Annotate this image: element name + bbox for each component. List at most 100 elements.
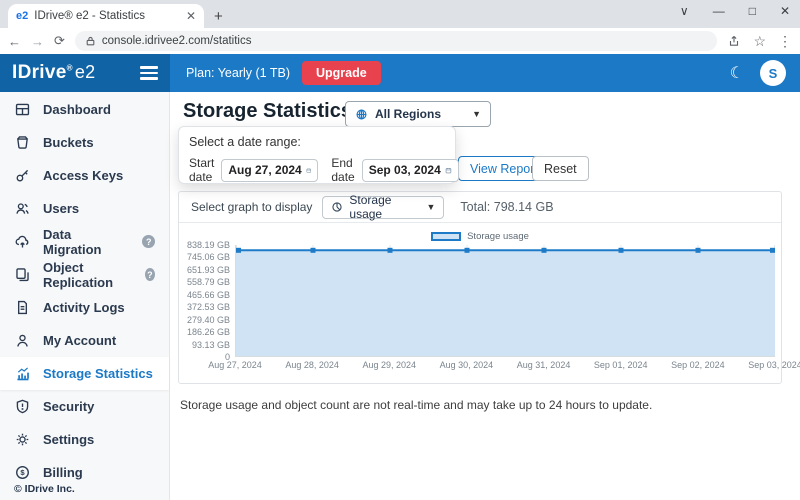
y-axis-tick: 558.79 GB	[187, 277, 230, 287]
upgrade-button[interactable]: Upgrade	[302, 61, 381, 85]
sidebar-item-data-migration[interactable]: Data Migration ?	[0, 225, 169, 258]
x-axis: Aug 27, 2024Aug 28, 2024Aug 29, 2024Aug …	[235, 359, 775, 374]
hamburger-menu-icon[interactable]	[140, 66, 158, 80]
share-icon[interactable]	[727, 34, 741, 48]
dark-mode-moon-icon[interactable]: ☾	[730, 63, 744, 83]
chart-legend: Storage usage	[185, 229, 775, 243]
browser-menu-icon[interactable]: ⋮	[778, 33, 792, 50]
graph-type-value: Storage usage	[349, 193, 420, 221]
data-migration-help-icon[interactable]: ?	[142, 235, 155, 248]
new-tab-button[interactable]: +	[214, 8, 223, 25]
cloud-migration-icon	[14, 233, 31, 250]
sidebar-item-storage-statistics[interactable]: Storage Statistics	[0, 357, 169, 390]
region-dropdown-value: All Regions	[375, 107, 465, 121]
start-date-label: Start date	[189, 156, 214, 184]
page-title: Storage Statistics	[183, 100, 352, 123]
y-axis-tick: 93.13 GB	[192, 340, 230, 350]
lock-icon	[85, 35, 96, 47]
x-axis-tick: Sep 03, 2024	[748, 360, 800, 370]
calendar-icon[interactable]	[306, 164, 312, 177]
avatar[interactable]: S	[760, 60, 786, 86]
logo-zone: IDrive®e2	[0, 54, 170, 92]
person-icon	[14, 332, 31, 349]
object-replication-help-icon[interactable]: ?	[145, 268, 155, 281]
start-date-input[interactable]: Aug 27, 2024	[221, 159, 318, 182]
browser-tab-bar: e2 IDrive® e2 - Statistics ✕ + ∨ — □ ✕	[0, 0, 800, 28]
x-axis-tick: Sep 01, 2024	[594, 360, 648, 370]
chevron-down-icon: ▼	[426, 202, 435, 212]
copyright-text: © IDrive Inc.	[14, 483, 75, 495]
bookmark-star-icon[interactable]: ☆	[753, 33, 766, 50]
end-date-input[interactable]: Sep 03, 2024	[362, 159, 459, 182]
globe-icon	[355, 108, 368, 121]
window-maximize-icon[interactable]: □	[749, 4, 756, 18]
window-minimize-icon[interactable]: —	[713, 4, 725, 18]
chevron-down-icon: ▼	[472, 109, 481, 119]
pie-chart-icon	[331, 201, 343, 213]
region-dropdown[interactable]: All Regions ▼	[345, 101, 491, 127]
bucket-icon	[14, 134, 31, 151]
chart-card: Select graph to display Storage usage ▼ …	[178, 191, 782, 384]
browser-tab[interactable]: e2 IDrive® e2 - Statistics ✕	[8, 4, 204, 28]
dollar-icon: $	[14, 464, 31, 481]
x-axis-tick: Aug 30, 2024	[440, 360, 494, 370]
tab-favicon: e2	[16, 10, 28, 22]
app-header: IDrive®e2 Plan: Yearly (1 TB) Upgrade ☾ …	[0, 54, 800, 92]
chart-plot-area	[235, 245, 775, 357]
y-axis-tick: 838.19 GB	[187, 240, 230, 250]
sidebar-item-my-account[interactable]: My Account	[0, 324, 169, 357]
calendar-icon[interactable]	[445, 164, 452, 177]
shield-icon	[14, 398, 31, 415]
sidebar-item-settings[interactable]: Settings	[0, 423, 169, 456]
x-axis-tick: Aug 27, 2024	[208, 360, 262, 370]
browser-toolbar: ← → ⟳ console.idrivee2.com/statitics ☆ ⋮	[0, 28, 800, 54]
sidebar-item-object-replication[interactable]: Object Replication ?	[0, 258, 169, 291]
back-icon[interactable]: ←	[8, 34, 21, 49]
main-content: Storage Statistics All Regions ▼ Select …	[170, 92, 800, 500]
address-bar[interactable]: console.idrivee2.com/statitics	[75, 31, 718, 51]
y-axis-tick: 651.93 GB	[187, 265, 230, 275]
x-axis-tick: Sep 02, 2024	[671, 360, 725, 370]
window-close-icon[interactable]: ✕	[780, 4, 790, 18]
y-axis: 838.19 GB745.06 GB651.93 GB558.79 GB465.…	[185, 245, 235, 357]
window-menu-icon[interactable]: ∨	[680, 4, 689, 18]
y-axis-tick: 745.06 GB	[187, 252, 230, 262]
legend-label: Storage usage	[467, 231, 529, 242]
svg-text:$: $	[20, 468, 25, 477]
x-axis-tick: Aug 29, 2024	[363, 360, 417, 370]
url-text: console.idrivee2.com/statitics	[102, 35, 252, 47]
tab-close-icon[interactable]: ✕	[186, 9, 196, 23]
dashboard-icon	[14, 101, 31, 118]
date-range-popup: Select a date range: Start date Aug 27, …	[178, 126, 456, 184]
sidebar-item-access-keys[interactable]: Access Keys	[0, 159, 169, 192]
end-date-label: End date	[331, 156, 354, 184]
tab-title: IDrive® e2 - Statistics	[34, 10, 180, 22]
bar-chart-icon	[14, 365, 31, 382]
graph-select-label: Select graph to display	[191, 200, 312, 214]
users-icon	[14, 200, 31, 217]
sidebar: Dashboard Buckets Access Keys Users Data…	[0, 92, 170, 500]
reload-icon[interactable]: ⟳	[54, 33, 65, 49]
storage-usage-chart: Storage usage 838.19 GB 745.06 GB 651.93 G…	[179, 223, 781, 374]
graph-type-dropdown[interactable]: Storage usage ▼	[322, 196, 444, 219]
sidebar-item-buckets[interactable]: Buckets	[0, 126, 169, 159]
total-storage: Total: 798.14 GB	[460, 200, 553, 214]
sidebar-item-dashboard[interactable]: Dashboard	[0, 93, 169, 126]
x-axis-tick: Aug 31, 2024	[517, 360, 571, 370]
y-axis-tick: 465.66 GB	[187, 290, 230, 300]
plan-label: Plan: Yearly (1 TB)	[186, 66, 290, 80]
reset-button[interactable]: Reset	[532, 156, 589, 181]
y-axis-tick: 186.26 GB	[187, 327, 230, 337]
sidebar-item-users[interactable]: Users	[0, 192, 169, 225]
gear-icon	[14, 431, 31, 448]
date-range-title: Select a date range:	[189, 135, 445, 149]
sidebar-item-activity-logs[interactable]: Activity Logs	[0, 291, 169, 324]
document-icon	[14, 299, 31, 316]
forward-icon[interactable]: →	[31, 34, 44, 49]
legend-swatch	[431, 232, 461, 241]
chart-footnote: Storage usage and object count are not r…	[180, 398, 652, 412]
sidebar-item-security[interactable]: Security	[0, 390, 169, 423]
y-axis-tick: 279.40 GB	[187, 315, 230, 325]
y-axis-tick: 372.53 GB	[187, 302, 230, 312]
replication-icon	[14, 266, 31, 283]
